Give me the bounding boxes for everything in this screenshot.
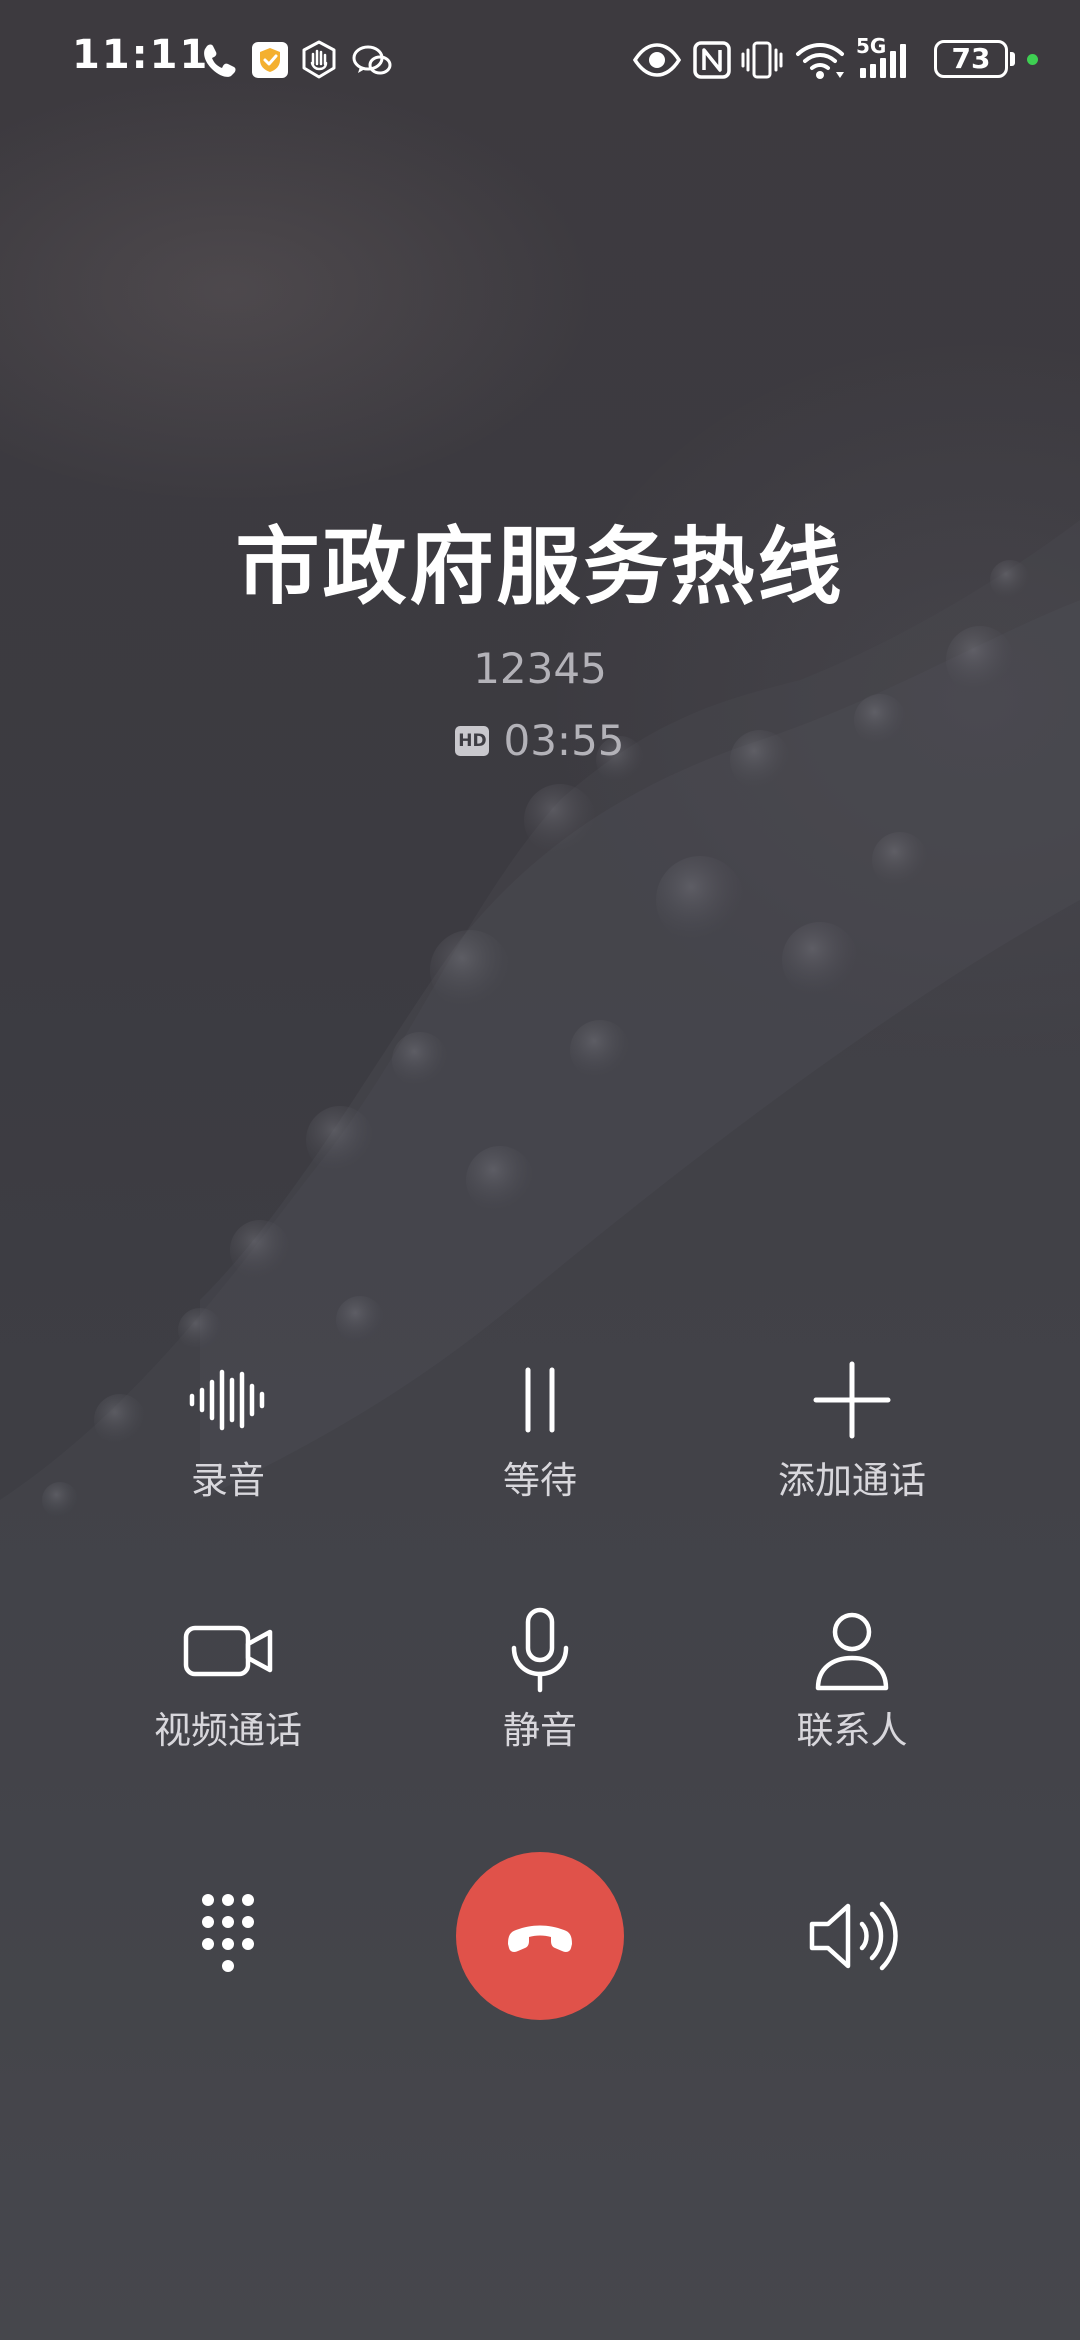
contacts-label: 联系人 (796, 1709, 908, 1752)
nfc-icon (693, 41, 731, 79)
wifi-icon (796, 43, 844, 79)
call-duration: 03:55 (503, 716, 625, 765)
person-icon (802, 1600, 902, 1700)
video-camera-icon (178, 1600, 278, 1700)
cellular-signal-icon (860, 44, 906, 78)
mute-button[interactable]: 静音 (390, 1600, 690, 1752)
chat-bubbles-icon (352, 45, 392, 75)
record-button[interactable]: 录音 (78, 1350, 378, 1502)
in-call-screen: 11:11 5G 73 市政府服务热线 12345 HD 03:55 录音 等待… (0, 0, 1080, 2340)
battery-tip (1010, 52, 1015, 66)
add-call-button[interactable]: 添加通话 (702, 1350, 1002, 1502)
phone-icon (204, 44, 236, 77)
end-call-button[interactable] (456, 1852, 624, 2020)
caller-name: 市政府服务热线 (235, 518, 845, 616)
speaker-button[interactable] (800, 1886, 910, 1986)
dialpad-icon (202, 1894, 254, 1972)
hold-label: 等待 (503, 1459, 577, 1502)
privacy-indicator-dot (1027, 54, 1038, 65)
call-timer: HD 03:55 (0, 716, 1080, 765)
hd-badge: HD (455, 725, 490, 756)
status-time: 11:11 (72, 32, 210, 78)
contacts-button[interactable]: 联系人 (702, 1600, 1002, 1752)
dialpad-button[interactable] (178, 1880, 278, 1990)
add-call-label: 添加通话 (778, 1459, 926, 1502)
mute-label: 静音 (503, 1709, 577, 1752)
speaker-icon (809, 1901, 898, 1971)
waveform-icon (178, 1350, 278, 1450)
hang-up-icon (508, 1925, 572, 1952)
shield-check-icon (252, 42, 288, 78)
status-bar: 11:11 5G 73 (0, 0, 1080, 120)
record-label: 录音 (191, 1459, 265, 1502)
eye-icon (632, 43, 682, 77)
caller-number: 12345 (473, 644, 607, 693)
video-call-label: 视频通话 (154, 1709, 302, 1752)
battery-icon: 73 (934, 40, 1008, 78)
plus-icon (802, 1350, 902, 1450)
pause-icon (490, 1350, 590, 1450)
hold-button[interactable]: 等待 (390, 1350, 690, 1502)
video-call-button[interactable]: 视频通话 (78, 1600, 378, 1752)
vibrate-icon (741, 41, 783, 79)
hand-stop-icon (302, 40, 336, 79)
microphone-icon (490, 1600, 590, 1700)
battery-level: 73 (951, 42, 991, 75)
